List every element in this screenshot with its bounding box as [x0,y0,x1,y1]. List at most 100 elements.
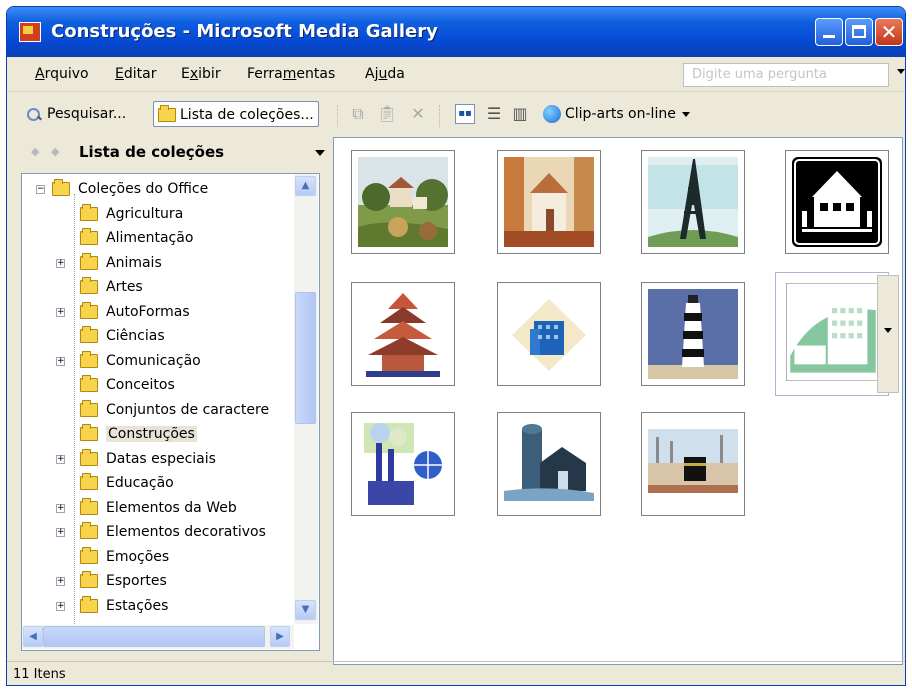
search-button[interactable]: Pesquisar... [27,101,126,127]
details-view-button[interactable]: ▥ [511,101,529,127]
clipart-online-button[interactable]: Clip-arts on-line [543,101,690,127]
tree-item-label: Artes [106,279,143,295]
tree-item[interactable]: + Datas especiais [22,448,292,473]
scroll-thumb-horizontal[interactable] [43,626,265,647]
forward-icon[interactable]: ◆ [51,146,63,158]
menu-ferramentas[interactable]: Ferramentas [247,66,335,82]
tree-item[interactable]: Construções [22,423,292,448]
tree-item[interactable]: Artes [22,276,292,301]
menu-exibir[interactable]: Exibir [181,66,221,82]
copy-button[interactable]: ⧉ [349,101,367,127]
tree-item[interactable]: + Animais [22,252,292,277]
tree-item[interactable]: Educação [22,472,292,497]
task-pane-title: Lista de coleções [79,143,225,161]
toolbar-separator [337,105,340,127]
delete-button[interactable]: ✕ [409,101,427,127]
clip-options-dropdown[interactable] [877,275,899,393]
copy-icon: ⧉ [352,104,364,123]
tree-vertical-scrollbar[interactable]: ▲ ▼ [294,174,318,624]
tree-item[interactable]: Conceitos [22,374,292,399]
collapse-icon[interactable]: − [36,185,45,194]
pagoda-image [358,289,448,379]
chevron-down-icon [681,111,690,117]
tree-item[interactable]: + Elementos decorativos [22,521,292,546]
clip-house-sign[interactable] [785,150,889,254]
scroll-down-icon[interactable]: ▼ [295,600,316,620]
tree-item-label: Animais [106,254,162,271]
collection-list-button[interactable]: Lista de coleções... [153,101,319,127]
folder-icon [80,473,98,490]
expand-icon[interactable]: + [56,528,65,537]
scroll-right-icon[interactable]: ▶ [270,626,290,647]
clip-church-painting[interactable] [497,150,601,254]
folder-icon [80,252,98,270]
tree-item-label: Conjuntos de caractere [106,401,270,418]
scroll-thumb[interactable] [295,292,316,424]
menu-ajuda[interactable]: Ajuda [365,66,405,82]
back-icon[interactable]: ◆ [31,146,43,158]
clip-office-building[interactable] [497,282,601,386]
expand-icon[interactable]: + [56,454,65,464]
clip-pagoda[interactable] [351,282,455,386]
tree-item[interactable]: + AutoFormas [22,301,292,326]
clip-eiffel-tower[interactable] [641,150,745,254]
tree-item-label: Esportes [106,573,167,589]
tree-item[interactable]: + Estações [22,595,292,620]
expand-icon[interactable]: + [56,577,65,586]
expand-icon[interactable]: + [56,258,65,268]
folder-icon [80,448,98,466]
clip-kaaba[interactable] [641,412,745,516]
folder-icon [80,546,98,564]
close-button[interactable]: ✕ [875,18,903,46]
folder-icon [80,522,98,539]
maximize-button[interactable] [845,18,873,46]
paste-button[interactable]: 📋︎ [377,101,397,127]
tree-item[interactable]: Ciências [22,325,292,350]
clip-village-landscape[interactable] [351,150,455,254]
office-building-image [504,289,594,379]
tree-list: − Coleções do Office Agricultura Alimenta… [22,178,292,619]
tree-horizontal-scrollbar[interactable]: ◀ ▶ [22,625,294,649]
scroll-left-icon[interactable]: ◀ [23,626,43,647]
church-painting-image [504,157,594,247]
folder-icon [80,571,98,588]
minimize-button[interactable] [815,18,843,46]
ask-question-box[interactable]: Digite uma pergunta [683,63,889,87]
tree-item[interactable]: + Elementos da Web [22,497,292,522]
collection-tree[interactable]: − Coleções do Office Agricultura Alimenta… [21,173,320,651]
title-bar[interactable]: Construções - Microsoft Media Gallery ✕ [7,7,905,57]
ask-question-arrow-icon[interactable] [897,69,905,74]
expand-icon[interactable]: + [56,307,65,317]
expand-icon[interactable]: + [56,356,65,366]
menu-arquivo[interactable]: Arquivo [35,66,89,82]
tree-item-label: Alimentação [106,230,194,246]
list-view-button[interactable]: ☰ [485,101,503,127]
expand-icon[interactable]: + [56,503,65,513]
media-gallery-icon[interactable] [19,22,41,42]
factory-globe-image [358,419,448,509]
tree-item[interactable]: + Esportes [22,570,292,595]
expand-icon[interactable]: + [56,601,65,611]
tree-root-node[interactable]: − Coleções do Office [22,178,292,203]
clip-factory-globe[interactable] [351,412,455,516]
green-building-image [786,283,880,381]
thumbnails-view-button[interactable]: ▪▪ [455,101,475,127]
tree-item[interactable]: Conjuntos de caractere [22,399,292,424]
clip-silo-barn[interactable] [497,412,601,516]
clip-lighthouse[interactable] [641,282,745,386]
tree-item[interactable]: Agricultura [22,203,292,228]
tree-item[interactable]: Alimentação [22,227,292,252]
folder-icon [80,326,98,343]
thumbnails-view-icon: ▪▪ [455,104,475,124]
tree-item[interactable]: + Comunicação [22,350,292,375]
silo-barn-image [504,419,594,509]
folder-icon [80,301,98,319]
task-pane-dropdown-icon[interactable] [315,150,325,156]
menu-editar[interactable]: Editar [115,66,156,82]
tree-item[interactable]: Emoções [22,546,292,571]
list-view-icon: ☰ [486,104,502,123]
search-icon [27,106,43,122]
clip-green-building[interactable] [775,272,889,396]
status-bar: 11 Itens [7,661,905,685]
scroll-up-icon[interactable]: ▲ [295,176,316,196]
